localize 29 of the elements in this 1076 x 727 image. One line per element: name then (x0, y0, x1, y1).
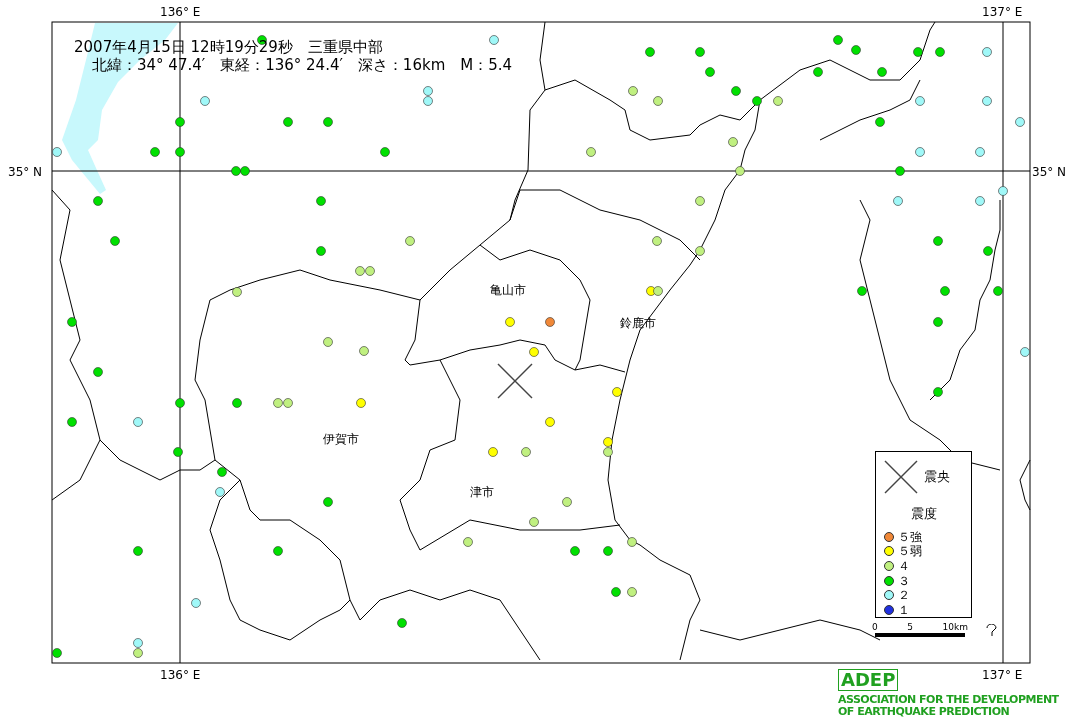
epicenter-cross-icon (497, 363, 533, 399)
city-label: 亀山市 (490, 283, 526, 297)
scale-label: 0 (872, 622, 878, 632)
longitude-label: 136° E (160, 667, 201, 684)
intensity-title: 震度 (910, 505, 937, 523)
intensity-label: ３ (898, 573, 910, 588)
logo-text: OF EARTHQUAKE PREDICTION (838, 706, 1010, 718)
pin-icon (986, 624, 997, 637)
latitude-label: 35° N (1032, 164, 1067, 181)
scale-label: 10km (942, 622, 968, 632)
longitude-label: 137° E (982, 667, 1023, 684)
intensity-label: １ (898, 602, 910, 617)
scale-label: 5 (907, 622, 913, 632)
city-label: 伊賀市 (323, 432, 359, 446)
intensity-label: ２ (898, 588, 910, 603)
logo-mark: ADEP (838, 669, 899, 691)
intensity-label: ５強 (898, 529, 922, 544)
logo-text: ASSOCIATION FOR THE DEVELOPMENT (838, 694, 1059, 706)
epicenter-cross-icon (884, 460, 918, 494)
city-label: 津市 (470, 485, 494, 499)
city-label: 鈴鹿市 (620, 316, 656, 330)
latitude-label: 35° N (8, 164, 43, 181)
coordinates-text: 北緯：34° 47.4′ 東経：136° 24.4′ 深さ：16km M：5.4 (92, 56, 513, 74)
intensity-label: ５弱 (898, 544, 922, 559)
intensity-label: ４ (898, 558, 910, 573)
longitude-label: 136° E (160, 4, 201, 21)
title-text: 2007年4月15日 12時19分29秒 三重県中部 (74, 38, 383, 56)
longitude-label: 137° E (982, 4, 1023, 21)
epicenter-label: 震央 (924, 468, 950, 487)
